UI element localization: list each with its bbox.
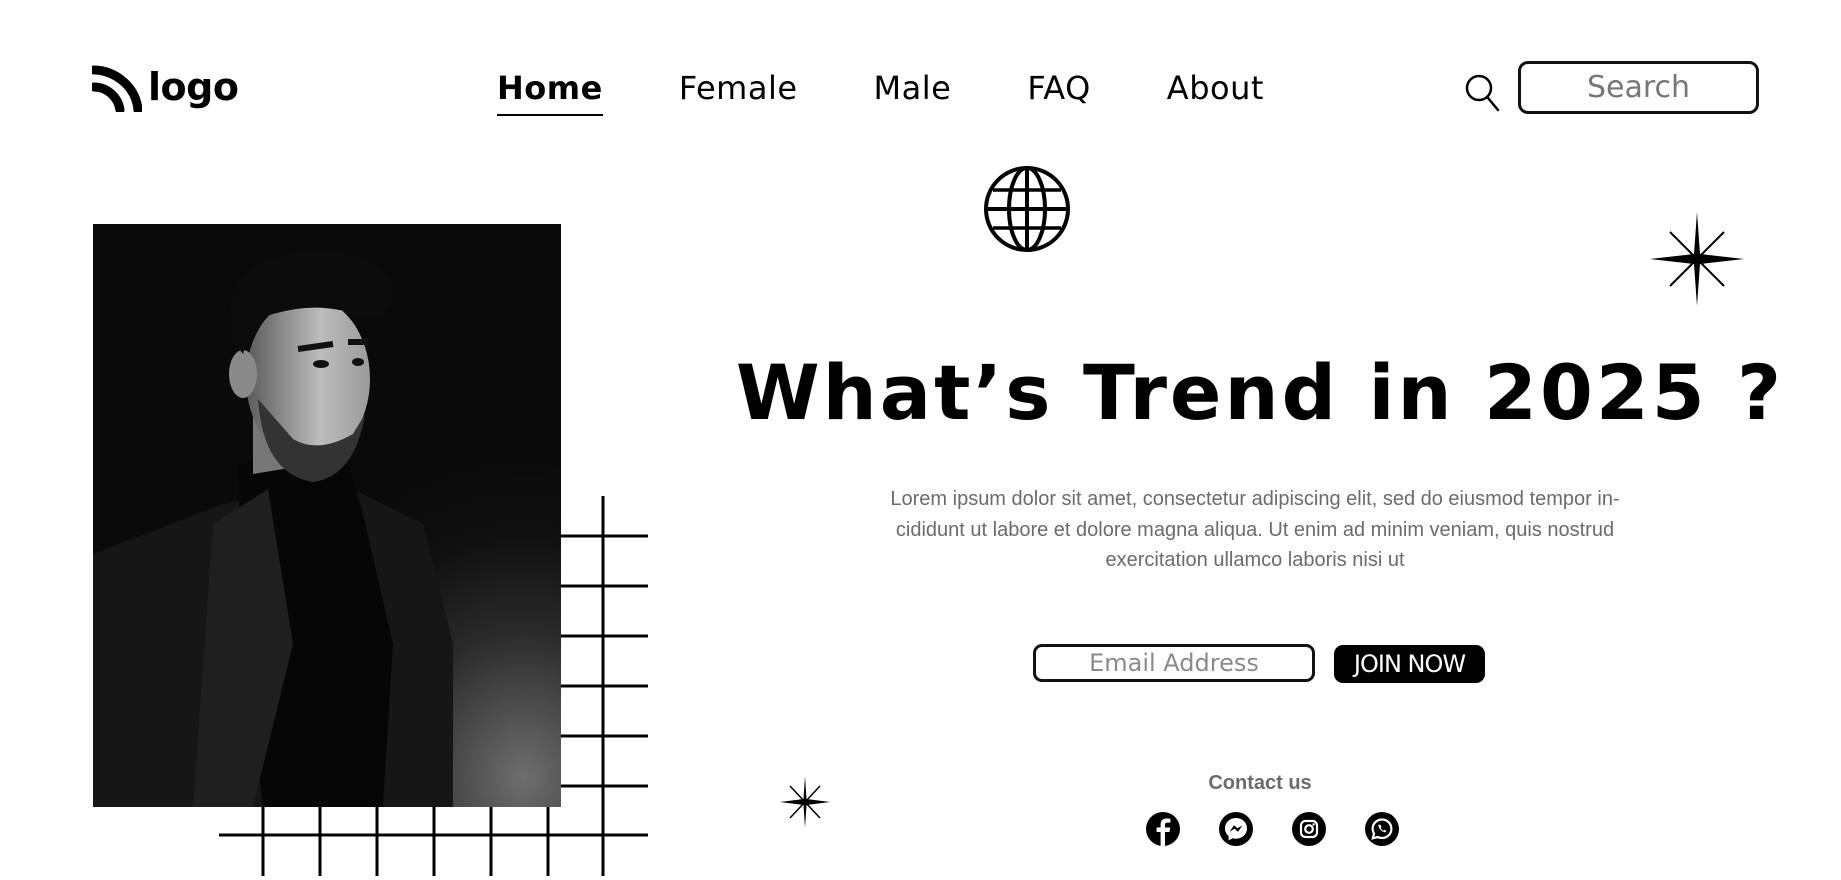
messenger-icon[interactable]: [1219, 812, 1253, 846]
instagram-icon[interactable]: [1292, 812, 1326, 846]
hero-headline: What’s Trend in 2025 ?: [735, 348, 1785, 437]
search-input[interactable]: [1518, 61, 1759, 114]
logo-text: logo: [148, 65, 239, 109]
logo[interactable]: logo: [92, 62, 239, 112]
hero-description-line: exercitation ullamco laboris nisi ut: [1105, 549, 1405, 571]
search-icon[interactable]: [1465, 73, 1501, 113]
portrait-image: [93, 224, 561, 807]
nav-about[interactable]: About: [1167, 64, 1264, 116]
portrait-figure: [93, 252, 453, 807]
nav-male[interactable]: Male: [874, 64, 952, 116]
facebook-icon[interactable]: [1146, 812, 1180, 846]
nav-female[interactable]: Female: [679, 64, 798, 116]
logo-mark-icon: [92, 65, 142, 112]
hero-description-line: cididunt ut labore et dolore magna aliqu…: [895, 518, 1615, 541]
hero-description: Lorem ipsum dolor sit amet, consectetur …: [830, 484, 1680, 576]
contact-title: Contact us: [1208, 772, 1312, 794]
sparkle-star-icon: [1650, 212, 1744, 306]
globe-icon: [984, 166, 1070, 252]
small-star-icon: [780, 776, 830, 828]
join-now-button[interactable]: JOIN NOW: [1334, 645, 1485, 683]
hero-description-line: Lorem ipsum dolor sit amet, consectetur …: [890, 488, 1620, 510]
main-nav: Home Female Male FAQ About: [497, 64, 1264, 116]
nav-home[interactable]: Home: [497, 64, 603, 116]
nav-faq[interactable]: FAQ: [1027, 64, 1090, 116]
email-field[interactable]: [1033, 644, 1315, 682]
whatsapp-icon[interactable]: [1365, 812, 1399, 846]
